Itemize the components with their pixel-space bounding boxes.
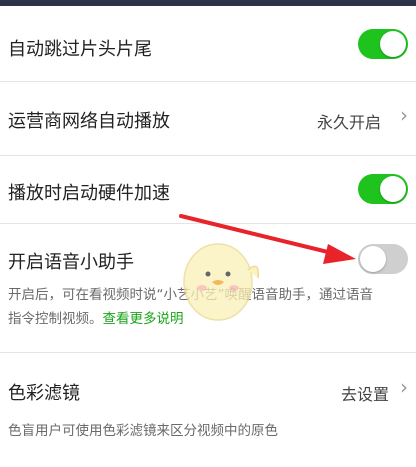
red-pointer-arrow-icon <box>179 214 356 264</box>
